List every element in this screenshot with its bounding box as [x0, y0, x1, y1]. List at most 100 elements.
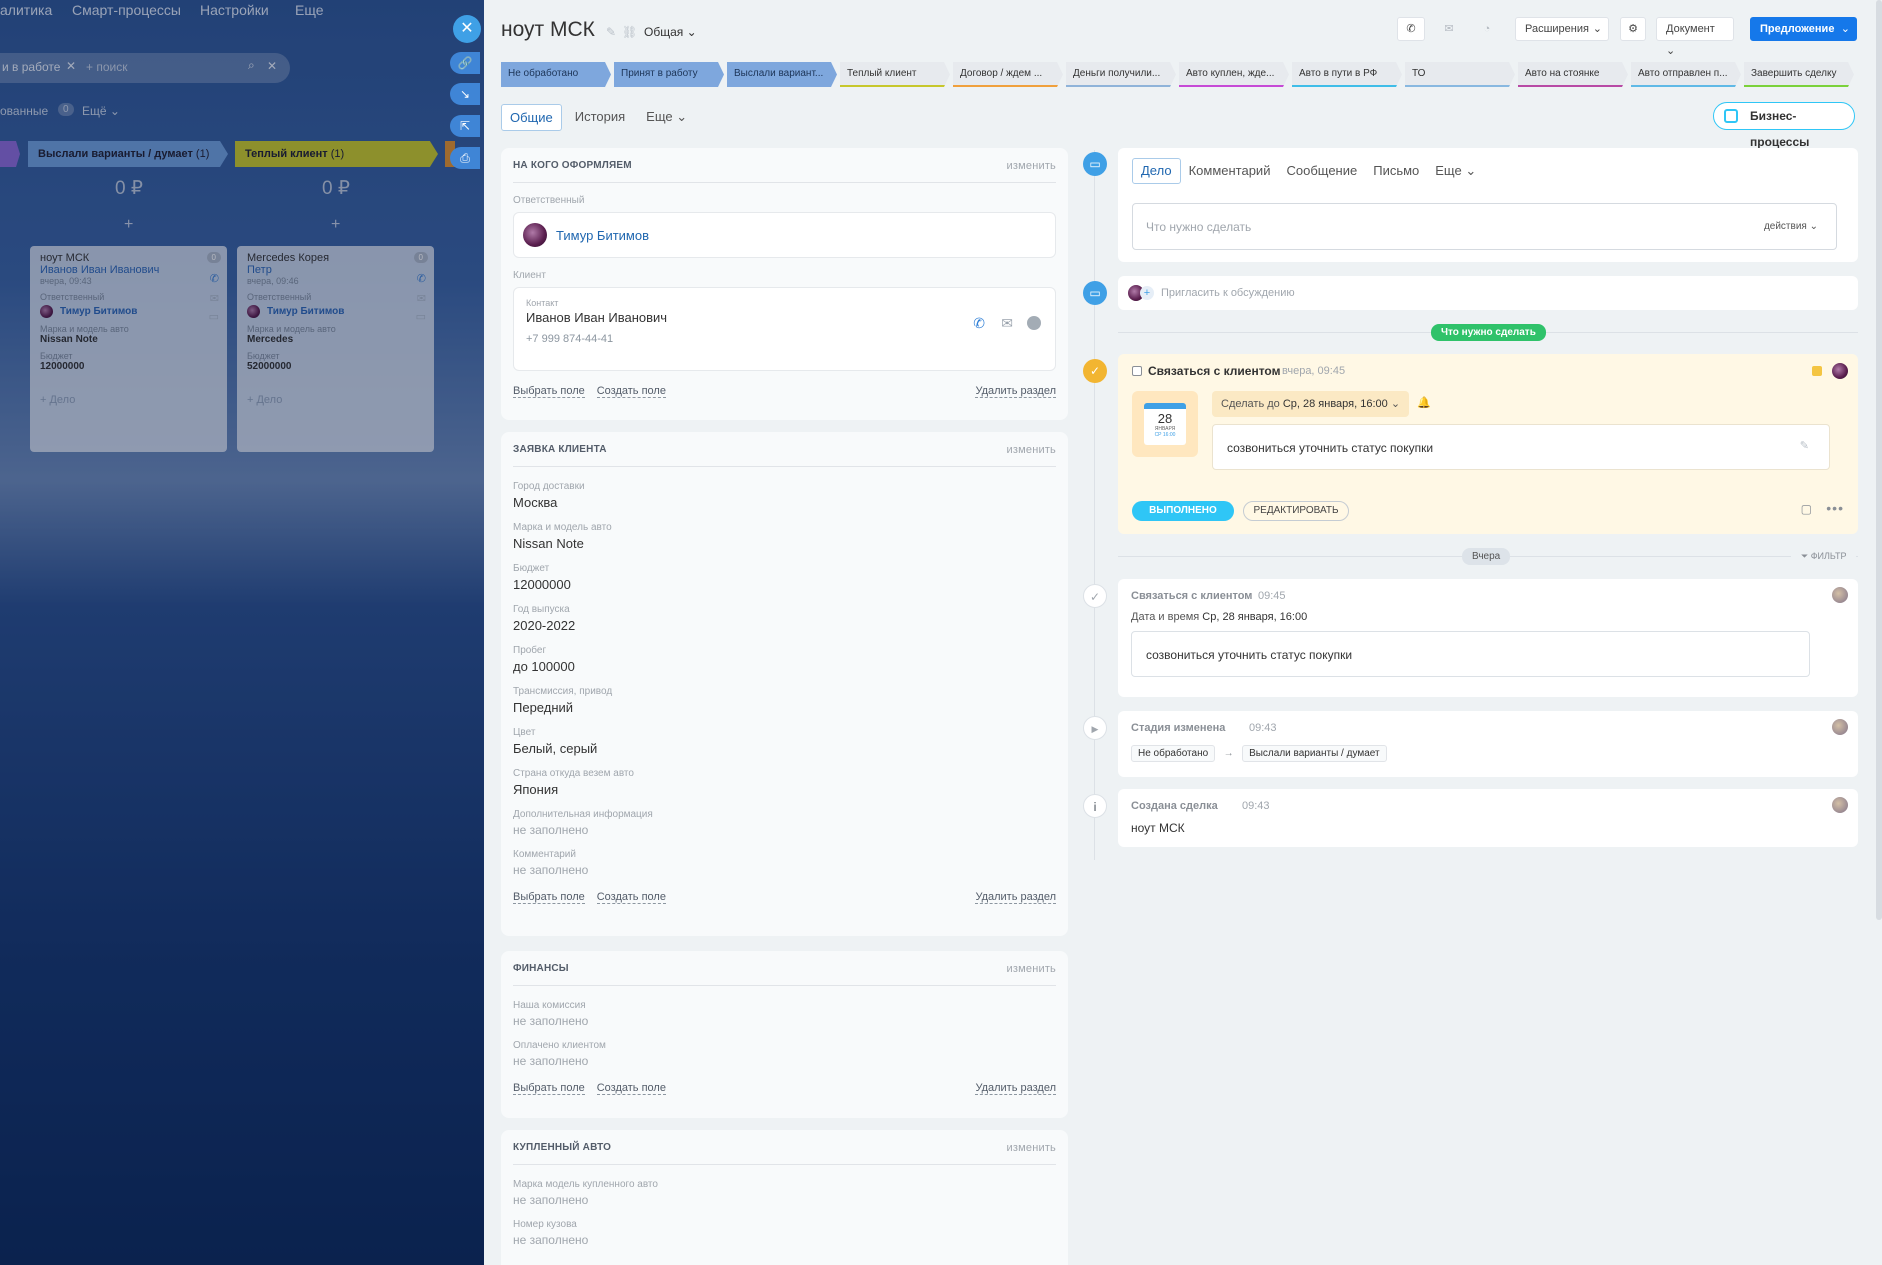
stage-item[interactable]: ТО	[1405, 62, 1515, 87]
delete-section-link[interactable]: Удалить раздел	[975, 1082, 1056, 1095]
note-icon[interactable]: ▢	[1801, 502, 1812, 516]
bell-icon[interactable]: 🔔	[1417, 396, 1431, 409]
editor-tab-comment[interactable]: Комментарий	[1181, 158, 1279, 184]
task-check-icon: ✓	[1083, 359, 1107, 383]
stage-item[interactable]: Деньги получили...	[1066, 62, 1176, 87]
choose-field-link[interactable]: Выбрать поле	[513, 385, 585, 398]
field-label: Оплачено клиентом	[513, 1040, 606, 1051]
stage-item[interactable]: Не обработано	[501, 62, 611, 87]
tab-general[interactable]: Общие	[501, 104, 562, 131]
responsible-box[interactable]: Тимур Битимов	[513, 212, 1056, 258]
stage-item[interactable]: Принят в работу	[614, 62, 724, 87]
delete-section-link[interactable]: Удалить раздел	[975, 385, 1056, 398]
history-time: 09:45	[1258, 590, 1286, 602]
edit-pencil-icon[interactable]: ✎	[606, 25, 616, 39]
field-label: Год выпуска	[513, 604, 570, 615]
scheduled-task-card: Связаться с клиентом вчера, 09:45 28 ЯНВ…	[1118, 354, 1858, 534]
stage-item[interactable]: Договор / ждем ...	[953, 62, 1063, 87]
open-new-window-icon[interactable]: ⇱	[450, 115, 480, 137]
mail-icon[interactable]: ✉	[1001, 315, 1013, 332]
task-complete-checkbox[interactable]	[1132, 366, 1142, 376]
stage-item[interactable]: Авто в пути в РФ	[1292, 62, 1402, 87]
create-field-link[interactable]: Создать поле	[596, 385, 666, 398]
field-value[interactable]: Nissan Note	[513, 536, 1056, 551]
tab-more[interactable]: Еще ⌄	[638, 104, 695, 131]
section-change-link[interactable]: изменить	[1007, 1142, 1056, 1154]
comment-icon: ▭	[1083, 152, 1107, 176]
document-button[interactable]: Документ ⌄	[1656, 17, 1734, 57]
field-value[interactable]: не заполнено	[513, 1233, 1056, 1247]
whatsapp-icon[interactable]: ◔	[1473, 17, 1501, 41]
field-value[interactable]: не заполнено	[513, 823, 1056, 837]
field-label: Бюджет	[513, 563, 550, 574]
create-field-link[interactable]: Создать поле	[596, 1082, 666, 1095]
field-value[interactable]: не заполнено	[513, 1193, 1056, 1207]
tab-history[interactable]: История	[567, 104, 633, 131]
field-value[interactable]: Москва	[513, 495, 1056, 510]
todo-input[interactable]: Что нужно сделать действия ⌄	[1132, 203, 1837, 250]
settings-gear-icon[interactable]: ⚙	[1620, 17, 1646, 41]
copy-link-icon[interactable]: 🔗	[450, 52, 480, 74]
category-selector[interactable]: Общая ⌄	[644, 25, 697, 39]
business-processes-button[interactable]: Бизнес-процессы	[1713, 102, 1855, 149]
overlay-dim[interactable]	[0, 0, 490, 1265]
calendar-widget: 28 ЯНВАРЯ СР 16:00	[1132, 391, 1198, 457]
extensions-button[interactable]: Расширения ⌄	[1515, 17, 1609, 41]
field-value[interactable]: не заполнено	[513, 1014, 1056, 1028]
editor-tab-message[interactable]: Сообщение	[1278, 158, 1365, 184]
scrollbar[interactable]	[1876, 0, 1882, 920]
editor-tab-more[interactable]: Еще ⌄	[1427, 158, 1484, 184]
editor-tab-task[interactable]: Дело	[1132, 158, 1181, 184]
call-icon[interactable]: ✆	[1397, 17, 1425, 41]
invite-to-discussion[interactable]: + Пригласить к обсуждению	[1118, 276, 1858, 310]
create-field-link[interactable]: Создать поле	[596, 891, 666, 904]
section-change-link[interactable]: изменить	[1007, 160, 1056, 172]
add-participant-icon[interactable]: +	[1140, 286, 1154, 300]
responsible-name[interactable]: Тимур Битимов	[556, 228, 649, 243]
section-change-link[interactable]: изменить	[1007, 444, 1056, 456]
deadline-selector[interactable]: Сделать до Ср, 28 января, 16:00 ⌄	[1212, 391, 1410, 417]
field-value[interactable]: не заполнено	[513, 1054, 1056, 1068]
edit-pencil-icon[interactable]: ✎	[1800, 439, 1809, 452]
close-icon[interactable]: ✕	[453, 15, 481, 43]
actions-label: действия	[1763, 221, 1807, 232]
field-value[interactable]: 12000000	[513, 577, 1056, 592]
stage-item[interactable]: Теплый клиент	[840, 62, 950, 87]
section-change-link[interactable]: изменить	[1007, 963, 1056, 975]
stage-item[interactable]: Авто отправлен п...	[1631, 62, 1741, 87]
stage-item[interactable]: Выслали вариант...	[727, 62, 837, 87]
field-value[interactable]: Передний	[513, 700, 1056, 715]
link-icon[interactable]: ⛓	[622, 25, 637, 39]
mail-icon[interactable]: ✉	[1435, 17, 1463, 41]
minimize-icon[interactable]: ↘	[450, 83, 480, 105]
print-icon[interactable]: ⎙	[450, 147, 480, 169]
stage-item[interactable]: Авто на стоянке	[1518, 62, 1628, 87]
field-value[interactable]: Белый, серый	[513, 741, 1056, 756]
field-value[interactable]: 2020-2022	[513, 618, 1056, 633]
field-value[interactable]: до 100000	[513, 659, 1056, 674]
task-time: вчера, 09:45	[1282, 365, 1346, 377]
task-done-button[interactable]: ВЫПОЛНЕНО	[1132, 501, 1234, 521]
choose-field-link[interactable]: Выбрать поле	[513, 891, 585, 904]
field-value[interactable]: не заполнено	[513, 863, 1056, 877]
stage-item[interactable]: Завершить сделку	[1744, 62, 1854, 87]
task-title[interactable]: Связаться с клиентом	[1148, 364, 1280, 378]
phone-icon[interactable]: ✆	[973, 315, 985, 332]
contact-name[interactable]: Иванов Иван Иванович	[526, 310, 1043, 325]
history-title[interactable]: Связаться с клиентом	[1131, 590, 1252, 602]
offer-button[interactable]: Предложение ⌄	[1750, 17, 1857, 41]
delete-section-link[interactable]: Удалить раздел	[975, 891, 1056, 904]
field-value[interactable]: Япония	[513, 782, 1056, 797]
filter-button[interactable]: ⏷ ФИЛЬТР	[1791, 548, 1857, 565]
field-label: Дополнительная информация	[513, 809, 653, 820]
filter-label: ФИЛЬТР	[1810, 551, 1847, 561]
task-description[interactable]: созвониться уточнить статус покупки ✎	[1212, 424, 1830, 470]
stage-item[interactable]: Авто куплен, жде...	[1179, 62, 1289, 87]
editor-tab-letter[interactable]: Письмо	[1365, 158, 1427, 184]
actions-dropdown[interactable]: действия ⌄	[1764, 221, 1818, 232]
contact-phone[interactable]: +7 999 874-44-41	[526, 333, 1043, 345]
messenger-icon[interactable]	[1027, 316, 1041, 330]
more-options-icon[interactable]: •••	[1826, 500, 1844, 516]
task-edit-button[interactable]: РЕДАКТИРОВАТЬ	[1243, 501, 1349, 521]
choose-field-link[interactable]: Выбрать поле	[513, 1082, 585, 1095]
